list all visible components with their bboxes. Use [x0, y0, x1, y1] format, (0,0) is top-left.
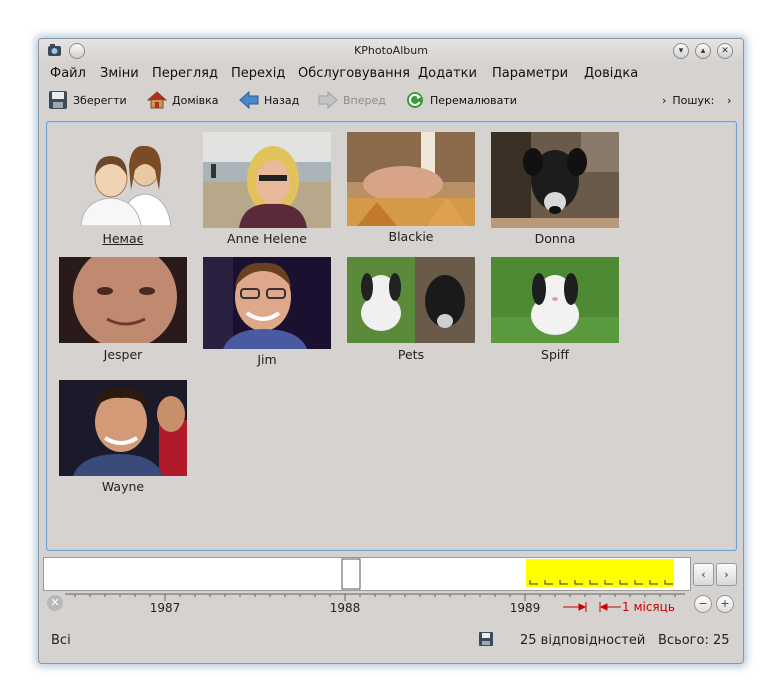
timeline-axis: 1987 1988 1989 1 місяць	[65, 593, 685, 615]
list-item[interactable]: Wayne	[53, 380, 193, 500]
menu-view[interactable]: Перегляд	[152, 66, 218, 81]
item-label: Pets	[397, 347, 425, 362]
total-count: Всього: 25	[658, 633, 730, 648]
clear-date-button[interactable]: ✕	[47, 595, 63, 611]
list-item[interactable]: Jim	[197, 257, 337, 377]
photo-jim	[203, 257, 331, 349]
zoom-in-icon: +	[720, 597, 730, 610]
list-item[interactable]: Anne Helene	[197, 132, 337, 252]
scope-label: Всі	[51, 633, 71, 648]
chevron-right-icon: ›	[662, 93, 667, 107]
menu-file[interactable]: Файл	[50, 66, 86, 81]
photo-wayne	[59, 380, 187, 476]
save-button[interactable]: Зберегти	[48, 89, 127, 111]
window-title: KPhotoAlbum	[354, 44, 428, 57]
save-icon	[49, 91, 67, 109]
arrow-right-icon	[318, 90, 338, 110]
menu-settings[interactable]: Параметри	[492, 66, 568, 81]
zoom-out-icon: −	[698, 597, 708, 610]
zoom-in-button[interactable]: +	[716, 595, 734, 613]
arrow-left-icon	[239, 90, 259, 110]
maximize-button[interactable]: ▴	[695, 43, 711, 59]
main-window: KPhotoAlbum ▾ ▴ ✕ Файл Зміни Перегляд Пе…	[38, 38, 744, 664]
unit-indicator	[563, 602, 621, 612]
timeline-scroll-right-button[interactable]: ›	[716, 563, 737, 586]
timeline-highlight	[526, 559, 674, 587]
close-button[interactable]: ✕	[717, 43, 733, 59]
toolbar: Зберегти Домівка Назад Вперед Перемалюва…	[39, 87, 743, 113]
list-item[interactable]: Blackie	[341, 132, 481, 252]
list-item[interactable]: Jesper	[53, 257, 193, 377]
photo-pets	[347, 257, 475, 343]
list-item[interactable]: Spiff	[485, 257, 625, 377]
menu-edit[interactable]: Зміни	[100, 66, 139, 81]
toolbar-overflow-button[interactable]: ›	[727, 89, 731, 111]
back-label: Назад	[264, 93, 300, 107]
list-item[interactable]: Pets	[341, 257, 481, 377]
save-icon[interactable]	[479, 632, 493, 646]
item-label: Jesper	[103, 347, 143, 362]
item-label: Jim	[257, 352, 277, 367]
match-count: 25 відповідностей	[520, 633, 646, 648]
axis-ticks	[74, 594, 676, 601]
axis-year-label: 1989	[510, 601, 541, 615]
axis-year-label: 1988	[330, 601, 361, 615]
menu-go[interactable]: Перехід	[231, 66, 285, 81]
back-button[interactable]: Назад	[239, 89, 299, 111]
photo-blackie	[347, 132, 475, 226]
search-area: › Пошук:	[662, 89, 714, 111]
photo-anne-helene	[203, 132, 331, 228]
save-label: Зберегти	[73, 93, 127, 107]
category-browser: Немає Anne Helene Blackie Donna Jesper J…	[46, 121, 737, 551]
refresh-icon	[407, 92, 423, 108]
item-label: Wayne	[101, 479, 145, 494]
redraw-label: Перемалювати	[430, 93, 517, 107]
people-icon	[80, 145, 172, 226]
menu-maintenance[interactable]: Обслуговування	[298, 66, 410, 81]
photo-spiff	[491, 257, 619, 343]
home-label: Домівка	[172, 93, 219, 107]
item-label: Spiff	[541, 347, 569, 362]
home-icon	[147, 91, 167, 109]
date-timeline[interactable]	[43, 557, 691, 591]
timeline-scroll-left-button[interactable]: ‹	[693, 563, 714, 586]
unit-label: 1 місяць	[622, 600, 675, 614]
status-bar: Всі 25 відповідностей Всього: 25	[39, 623, 743, 653]
clear-icon: ✕	[50, 596, 60, 609]
chevron-right-icon: ›	[727, 93, 732, 107]
home-button[interactable]: Домівка	[147, 89, 219, 111]
photo-jesper	[59, 257, 187, 343]
list-item[interactable]: Немає	[53, 132, 193, 252]
list-item[interactable]: Donna	[485, 132, 625, 252]
zoom-out-button[interactable]: −	[694, 595, 712, 613]
title-bar: KPhotoAlbum ▾ ▴ ✕	[39, 39, 743, 63]
menu-plugins[interactable]: Додатки	[418, 66, 477, 81]
menu-bar: Файл Зміни Перегляд Перехід Обслуговуван…	[39, 64, 743, 84]
item-label: Donna	[534, 231, 576, 246]
minimize-button[interactable]: ▾	[673, 43, 689, 59]
search-label: Пошук:	[672, 93, 715, 107]
item-label: Blackie	[388, 229, 434, 244]
item-label: Anne Helene	[227, 231, 307, 246]
photo-donna	[491, 132, 619, 228]
forward-label: Вперед	[343, 93, 386, 107]
menu-help[interactable]: Довідка	[584, 66, 638, 81]
redraw-button[interactable]: Перемалювати	[405, 89, 517, 111]
forward-button[interactable]: Вперед	[318, 89, 386, 111]
timeline-canvas	[341, 558, 674, 590]
timeline-cursor[interactable]	[341, 558, 361, 590]
axis-year-label: 1987	[150, 601, 181, 615]
item-label: Немає	[102, 231, 144, 246]
